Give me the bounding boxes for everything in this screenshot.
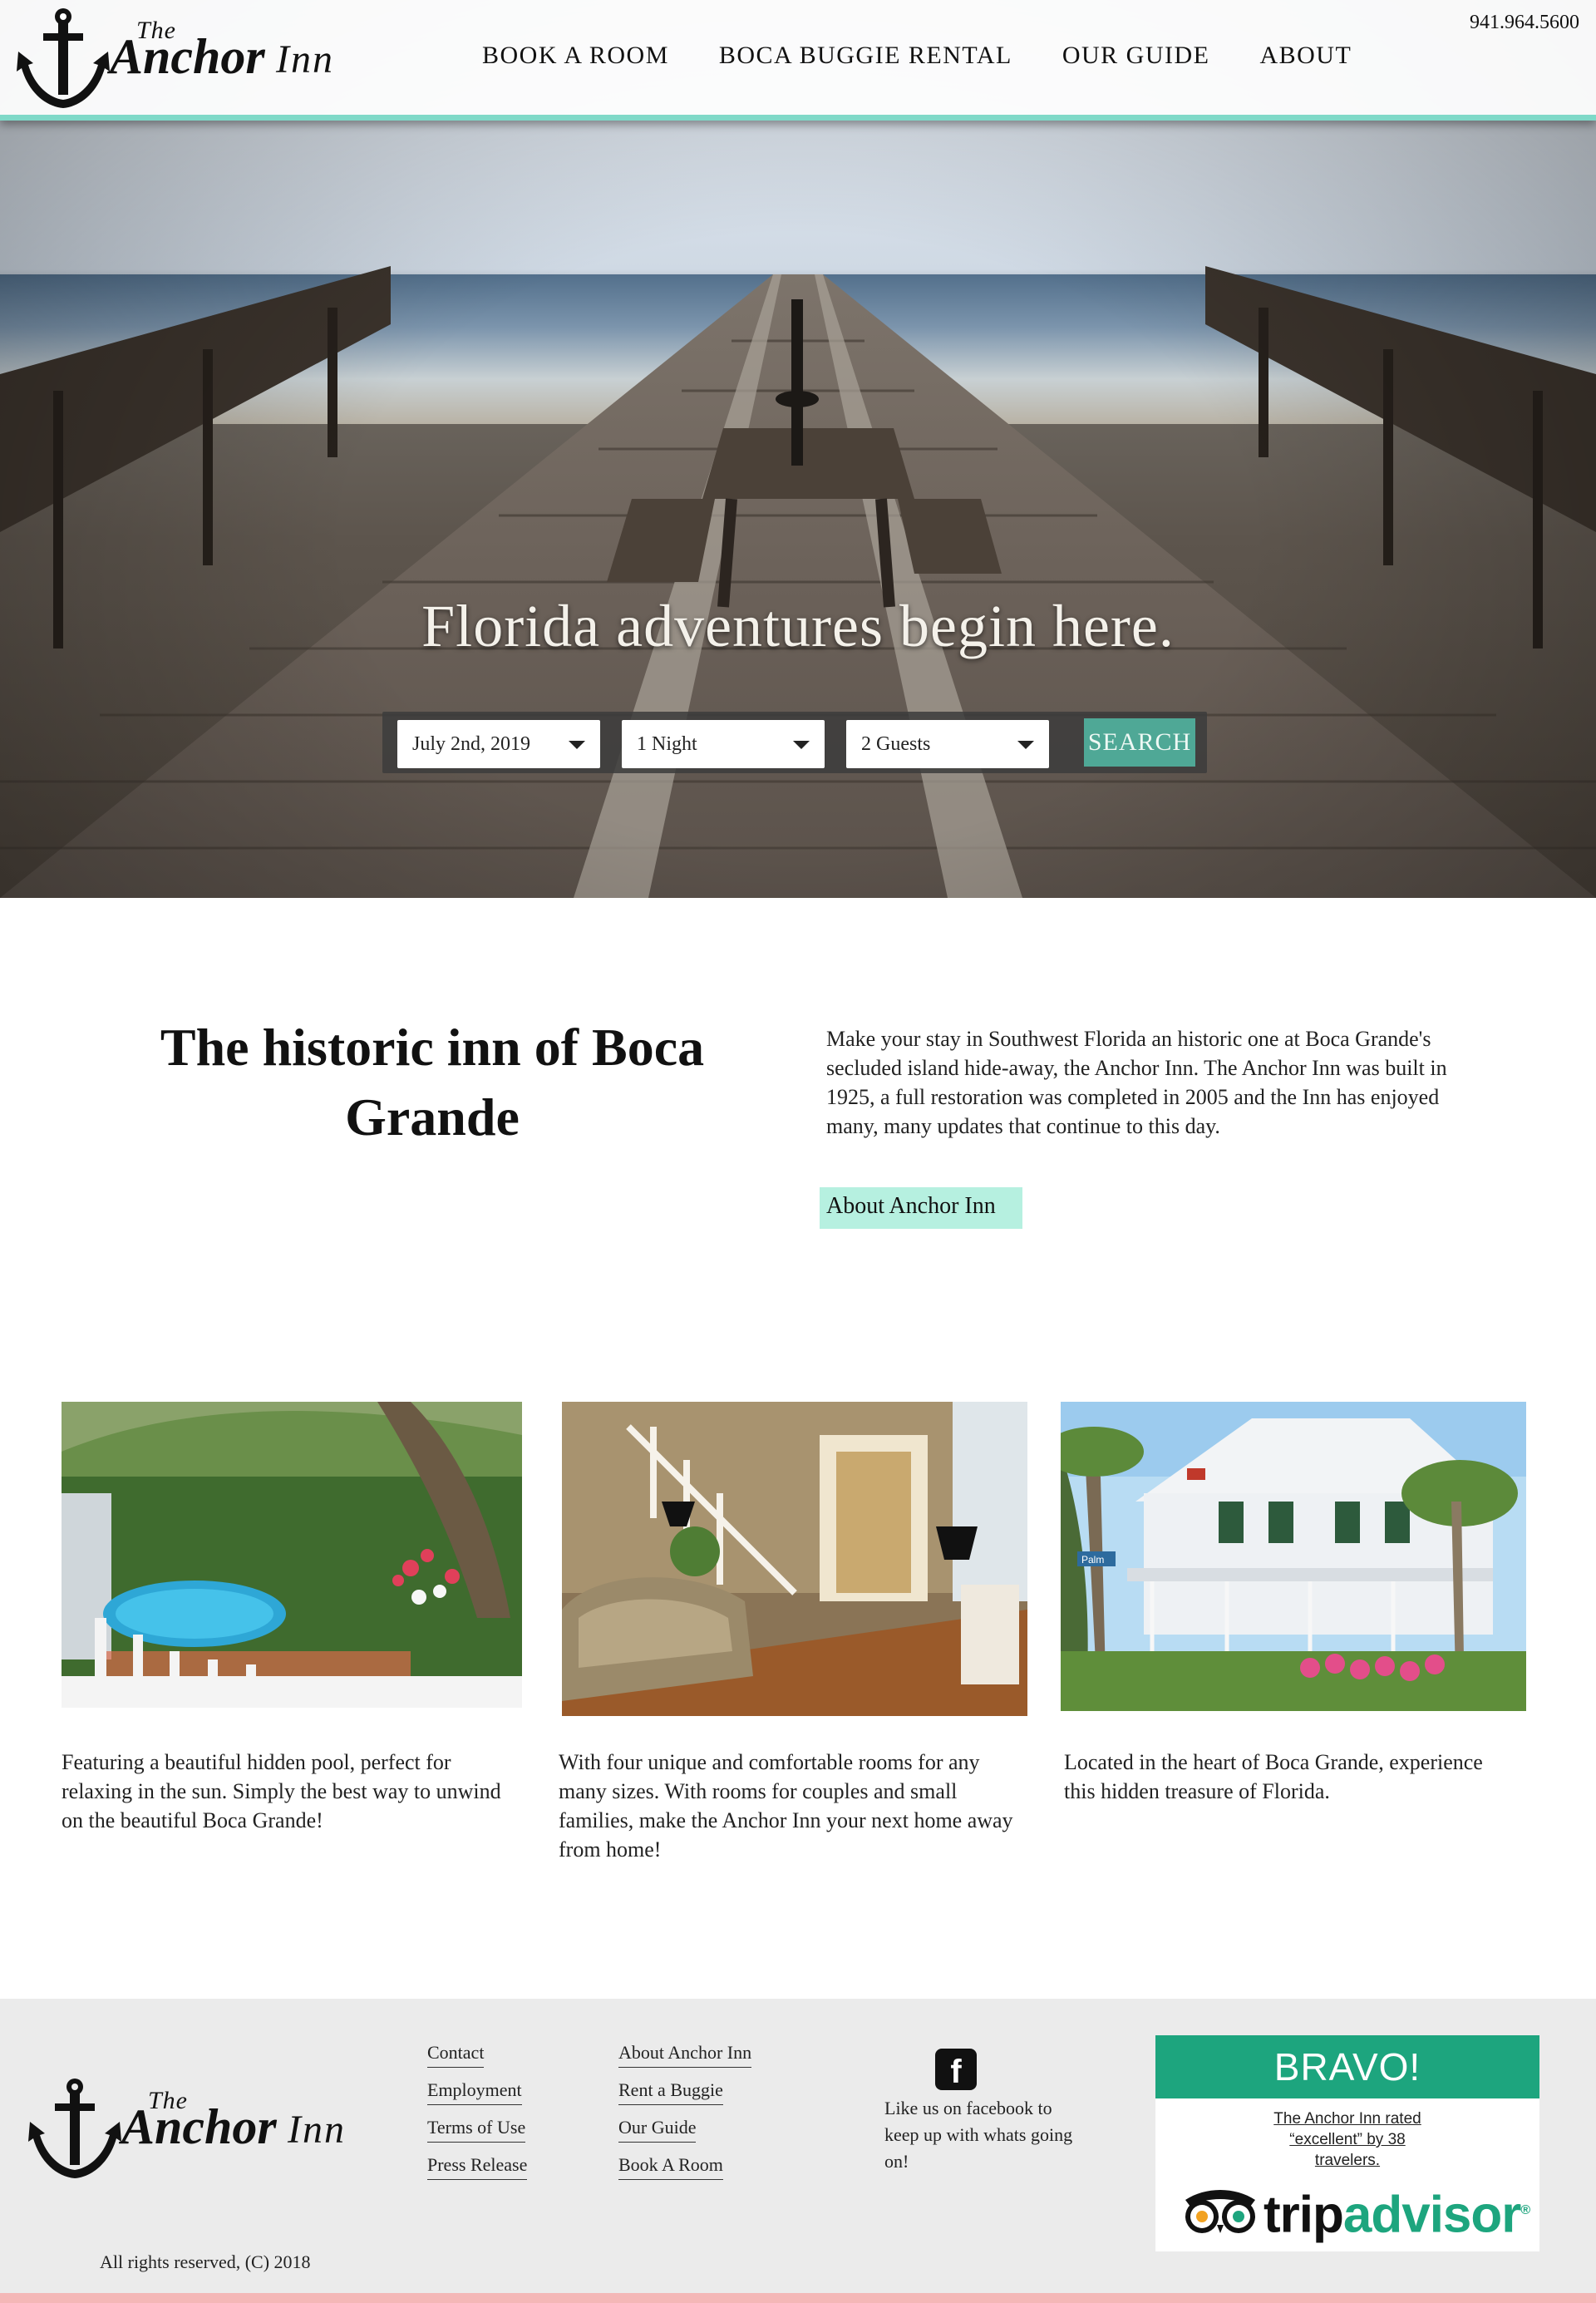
footer-link-terms-of-use[interactable]: Terms of Use bbox=[427, 2117, 526, 2143]
location-caption: Located in the heart of Boca Grande, exp… bbox=[1064, 1750, 1483, 1803]
phone-number[interactable]: 941.964.5600 bbox=[1470, 12, 1579, 34]
inn-exterior-photo: Palm bbox=[1061, 1402, 1526, 1711]
footer-link-our-guide[interactable]: Our Guide bbox=[618, 2117, 697, 2143]
tripadvisor-trip: trip bbox=[1264, 2186, 1344, 2244]
owl-eyes-icon bbox=[1185, 2190, 1255, 2233]
logo-text-anchor: Anchor bbox=[110, 29, 265, 84]
intro-text: Make your stay in Southwest Florida an h… bbox=[826, 1027, 1447, 1138]
chevron-down-icon bbox=[569, 741, 585, 749]
chevron-down-icon bbox=[793, 741, 810, 749]
copyright-text: All rights reserved, (C) 2018 bbox=[100, 2251, 311, 2272]
guests-select-value: 2 Guests bbox=[861, 733, 931, 755]
footer-links-col1: Contact Employment Terms of Use Press Re… bbox=[427, 2042, 528, 2180]
street-sign: Palm bbox=[1081, 1554, 1104, 1566]
footer-link-employment[interactable]: Employment bbox=[427, 2079, 522, 2105]
facebook-icon[interactable]: f bbox=[935, 2049, 977, 2090]
booking-bar: July 2nd, 2019 1 Night 2 Guests SEARCH bbox=[382, 712, 1207, 773]
facebook-text: Like us on facebook to keep up with what… bbox=[884, 2098, 1073, 2172]
logo-text-inn: Inn bbox=[276, 37, 334, 81]
pool-photo bbox=[62, 1402, 522, 1708]
site-footer: The Anchor Inn Contact Employment Terms … bbox=[0, 1999, 1596, 2303]
registered-mark: ® bbox=[1520, 2203, 1530, 2217]
footer-links-col2: About Anchor Inn Rent a Buggie Our Guide… bbox=[618, 2042, 752, 2180]
footer-logo-text-anchor: Anchor bbox=[121, 2099, 277, 2154]
tripadvisor-rating-link[interactable]: The Anchor Inn rated “excellent” by 38 t… bbox=[1260, 2108, 1435, 2171]
date-select[interactable]: July 2nd, 2019 bbox=[397, 720, 600, 768]
footer-logo-text-inn: Inn bbox=[288, 2108, 346, 2152]
footer-link-contact[interactable]: Contact bbox=[427, 2042, 485, 2068]
search-button[interactable]: SEARCH bbox=[1084, 718, 1195, 767]
hero-headline: Florida adventures begin here. bbox=[421, 593, 1175, 659]
date-select-value: July 2nd, 2019 bbox=[412, 733, 531, 755]
footer-link-rent-a-buggie[interactable]: Rent a Buggie bbox=[618, 2079, 723, 2105]
about-anchor-inn-link[interactable]: About Anchor Inn bbox=[820, 1187, 1022, 1229]
site-header: The Anchor Inn BOOK A ROOM BOCA BUGGIE R… bbox=[0, 0, 1596, 121]
site-logo[interactable]: The Anchor Inn bbox=[12, 5, 377, 110]
tripadvisor-widget[interactable]: BRAVO! The Anchor Inn rated “excellent” … bbox=[1155, 2035, 1539, 2251]
footer-link-book-a-room[interactable]: Book A Room bbox=[618, 2154, 723, 2180]
intro-title: The historic inn of Boca Grande bbox=[160, 1018, 705, 1147]
nav-our-guide[interactable]: OUR GUIDE bbox=[1062, 42, 1210, 70]
nav-about[interactable]: ABOUT bbox=[1259, 42, 1352, 70]
rooms-caption: With four unique and comfortable rooms f… bbox=[559, 1750, 1013, 1862]
tripadvisor-logo[interactable]: tripadvisor® bbox=[1180, 2182, 1530, 2244]
guests-select[interactable]: 2 Guests bbox=[846, 720, 1049, 768]
tripadvisor-wordmark: tripadvisor® bbox=[1264, 2182, 1530, 2245]
footer-accent-bar bbox=[0, 2293, 1596, 2303]
nav-book-a-room[interactable]: BOOK A ROOM bbox=[482, 42, 669, 70]
footer-link-about-anchor-inn[interactable]: About Anchor Inn bbox=[618, 2042, 752, 2068]
nav-boca-buggie-rental[interactable]: BOCA BUGGIE RENTAL bbox=[719, 42, 1012, 70]
footer-link-press-release[interactable]: Press Release bbox=[427, 2154, 528, 2180]
nights-select[interactable]: 1 Night bbox=[622, 720, 825, 768]
tripadvisor-advisor: advisor bbox=[1342, 2186, 1522, 2244]
pool-caption: Featuring a beautiful hidden pool, perfe… bbox=[62, 1750, 501, 1832]
tripadvisor-header: BRAVO! bbox=[1155, 2035, 1539, 2098]
main-nav: BOOK A ROOM BOCA BUGGIE RENTAL OUR GUIDE… bbox=[482, 42, 1352, 70]
chevron-down-icon bbox=[1017, 741, 1034, 749]
living-room-photo bbox=[562, 1402, 1027, 1716]
hero-section: Florida adventures begin here. July 2nd,… bbox=[0, 0, 1596, 898]
footer-logo[interactable]: The Anchor Inn bbox=[23, 2075, 389, 2180]
nights-select-value: 1 Night bbox=[637, 733, 697, 755]
